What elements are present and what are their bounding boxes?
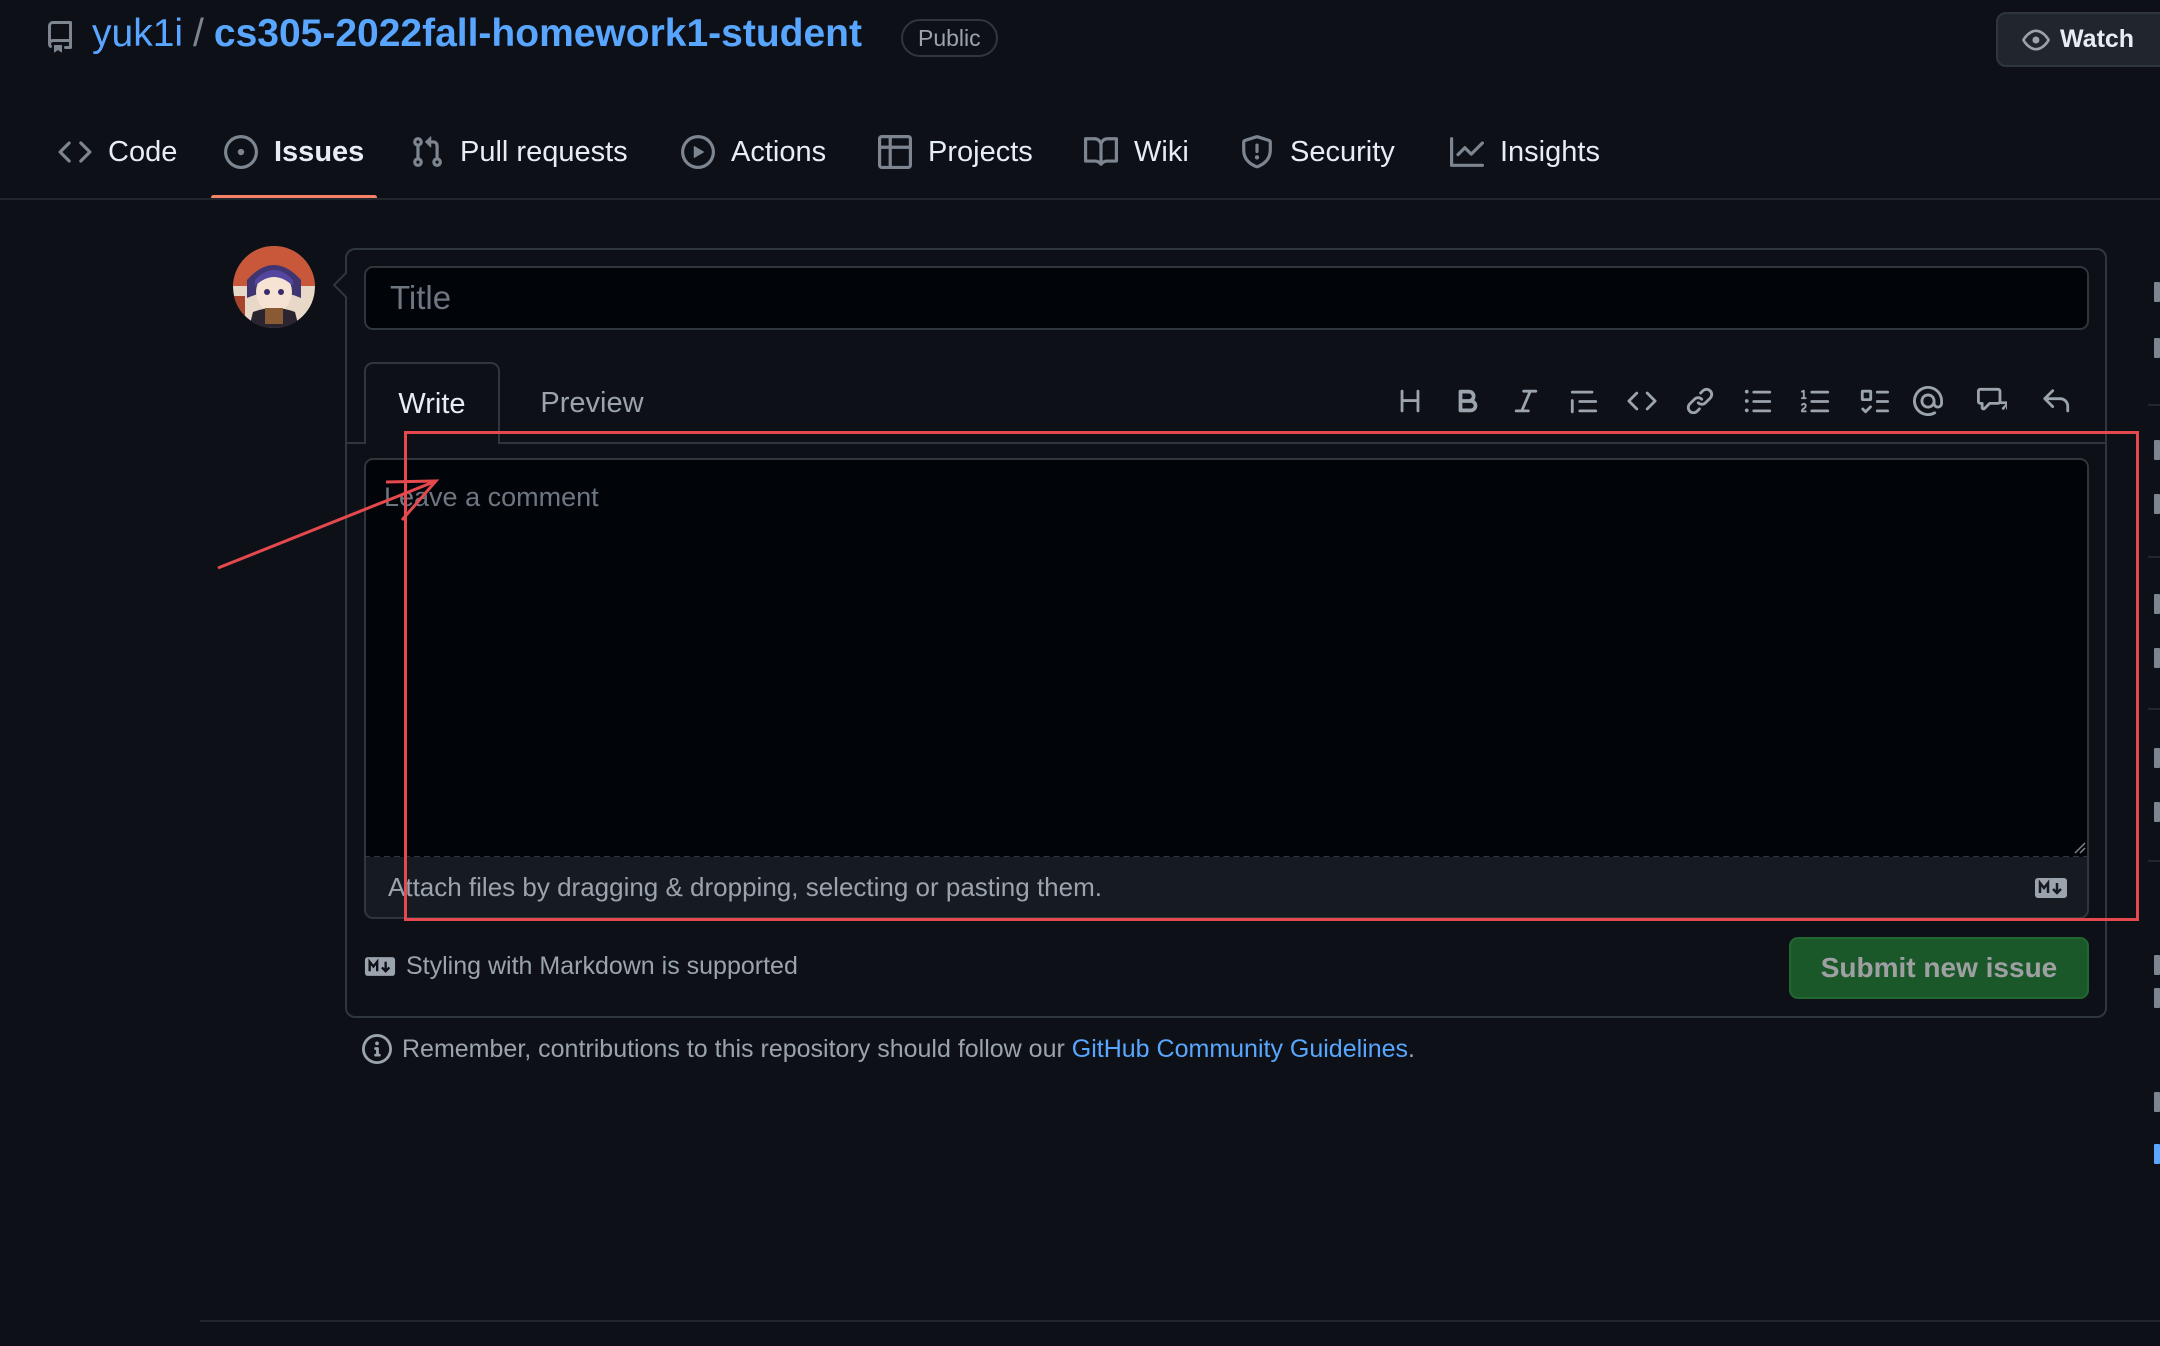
submit-new-issue-button[interactable]: Submit new issue bbox=[1789, 937, 2089, 999]
tab-actions[interactable]: Actions bbox=[681, 128, 826, 176]
tab-label: Actions bbox=[731, 135, 827, 168]
markdown-hint-text: Styling with Markdown is supported bbox=[406, 952, 798, 980]
link-icon[interactable] bbox=[1680, 381, 1720, 421]
visibility-badge: Public bbox=[901, 19, 998, 57]
breadcrumb-separator: / bbox=[193, 12, 204, 55]
repo-icon bbox=[44, 20, 76, 54]
code-icon[interactable] bbox=[1622, 381, 1662, 421]
italic-icon[interactable] bbox=[1506, 381, 1546, 421]
repo-breadcrumb: yuk1i / cs305-2022fall-homework1-student bbox=[92, 12, 862, 56]
reply-icon[interactable] bbox=[2036, 381, 2076, 421]
annotation-highlight-box bbox=[404, 431, 2139, 921]
markdown-icon bbox=[364, 956, 396, 977]
tab-insights[interactable]: Insights bbox=[1450, 128, 1600, 176]
tab-border-left bbox=[345, 442, 366, 444]
avatar[interactable] bbox=[233, 246, 315, 328]
tab-code[interactable]: Code bbox=[58, 128, 177, 176]
tab-pull-requests[interactable]: Pull requests bbox=[410, 128, 628, 176]
tab-label: Pull requests bbox=[460, 135, 628, 168]
task-list-icon[interactable] bbox=[1854, 381, 1894, 421]
numbered-list-icon[interactable] bbox=[1796, 381, 1836, 421]
tab-issues[interactable]: Issues bbox=[224, 128, 364, 176]
eye-icon bbox=[2022, 26, 2050, 54]
play-icon bbox=[681, 135, 715, 169]
book-icon bbox=[1084, 135, 1118, 169]
bold-icon[interactable] bbox=[1448, 381, 1488, 421]
shield-icon bbox=[1240, 135, 1274, 169]
form-caret bbox=[333, 272, 347, 298]
tab-label: Issues bbox=[274, 135, 365, 168]
repo-name-link[interactable]: cs305-2022fall-homework1-student bbox=[214, 12, 862, 56]
git-pull-request-icon bbox=[410, 135, 444, 169]
community-guidelines-note: Remember, contributions to this reposito… bbox=[362, 1034, 1415, 1064]
issue-opened-icon bbox=[224, 135, 258, 169]
info-icon bbox=[362, 1034, 392, 1064]
graph-icon bbox=[1450, 135, 1484, 169]
mention-icon[interactable] bbox=[1908, 381, 1948, 421]
tab-label: Wiki bbox=[1134, 135, 1189, 168]
code-icon bbox=[58, 135, 92, 169]
heading-icon[interactable] bbox=[1390, 381, 1430, 421]
tab-projects[interactable]: Projects bbox=[878, 128, 1033, 176]
tab-label: Code bbox=[108, 135, 178, 168]
markdown-hint[interactable]: Styling with Markdown is supported bbox=[364, 952, 798, 981]
tab-wiki[interactable]: Wiki bbox=[1084, 128, 1189, 176]
footer-divider bbox=[200, 1320, 2160, 1322]
cross-reference-icon[interactable] bbox=[1972, 381, 2012, 421]
repo-owner-link[interactable]: yuk1i bbox=[92, 12, 183, 56]
tab-label: Projects bbox=[928, 135, 1033, 168]
tab-label: Insights bbox=[1500, 135, 1600, 168]
nav-divider bbox=[0, 198, 2160, 200]
watch-label: Watch bbox=[2060, 25, 2135, 53]
tab-label: Security bbox=[1290, 135, 1395, 168]
guidelines-suffix: . bbox=[1408, 1034, 1415, 1063]
guidelines-link[interactable]: GitHub Community Guidelines bbox=[1072, 1035, 1408, 1063]
watch-button[interactable]: Watch bbox=[1996, 12, 2160, 67]
title-input[interactable] bbox=[364, 266, 2089, 330]
table-icon bbox=[878, 135, 912, 169]
guidelines-text: Remember, contributions to this reposito… bbox=[402, 1034, 1065, 1063]
quote-icon[interactable] bbox=[1564, 381, 1604, 421]
tab-security[interactable]: Security bbox=[1240, 128, 1395, 176]
bulleted-list-icon[interactable] bbox=[1738, 381, 1778, 421]
